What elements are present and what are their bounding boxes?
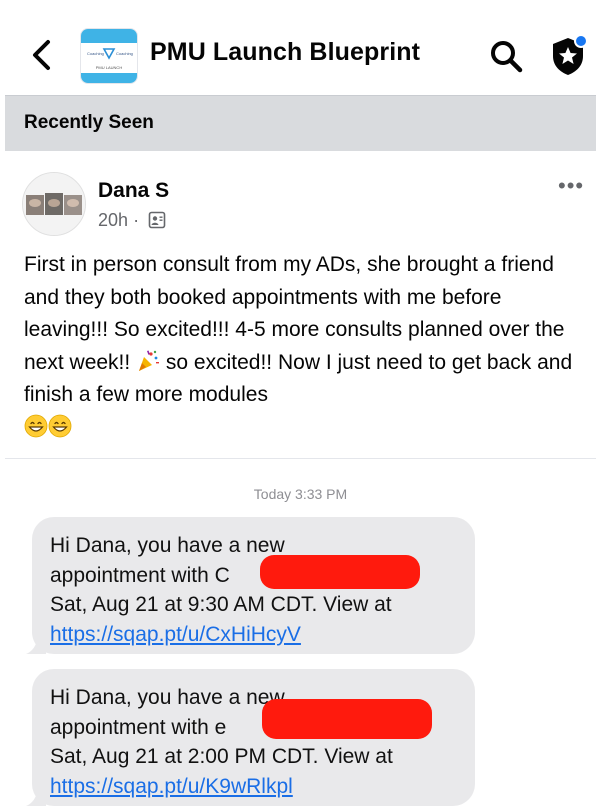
notification-dot (574, 34, 588, 48)
sms-line3: Sat, Aug 21 at 9:30 AM CDT. View at (50, 593, 392, 616)
section-label: Recently Seen (24, 112, 154, 133)
post-author[interactable]: Dana S (98, 179, 169, 203)
meta-separator: · (133, 210, 140, 230)
sms-line1: Hi Dana, you have a new (50, 534, 285, 557)
avatar-collage-icon (23, 173, 85, 235)
post-body: First in person consult from my ADs, she… (24, 249, 580, 444)
sms-link[interactable]: https://sqap.pt/u/K9wRlkpl (50, 775, 293, 798)
grinning-face-icon (48, 414, 72, 437)
bubble-tail (26, 636, 46, 654)
group-title[interactable]: PMU Launch Blueprint (150, 38, 420, 67)
more-icon[interactable]: ••• (558, 173, 584, 199)
recently-seen-header: Recently Seen (5, 95, 596, 151)
sms-line1: Hi Dana, you have a new (50, 686, 285, 709)
sms-bubble: Hi Dana, you have a new appointment with… (26, 669, 475, 806)
svg-text:Coaching: Coaching (87, 51, 104, 56)
sms-bubble: Hi Dana, you have a new appointment with… (26, 517, 475, 654)
group-thumb-caption: PMU LAUNCH (95, 65, 123, 70)
post-meta: 20h · (98, 210, 166, 231)
sms-line3: Sat, Aug 21 at 2:00 PM CDT. View at (50, 745, 393, 768)
svg-text:Coaching: Coaching (116, 51, 133, 56)
top-bar: Coaching Coaching PMU LAUNCH PMU Launch … (0, 0, 596, 95)
party-popper-icon (139, 349, 160, 371)
chevron-left-icon[interactable] (28, 38, 56, 72)
grinning-face-icon (24, 414, 48, 437)
sms-line2a: appointment with C (50, 563, 230, 587)
bubble-tail (26, 788, 46, 806)
sms-link[interactable]: https://sqap.pt/u/CxHiHcyV (50, 623, 301, 646)
redaction-mark (262, 699, 432, 739)
group-thumbnail[interactable]: Coaching Coaching PMU LAUNCH (80, 28, 138, 84)
group-logo-icon: Coaching Coaching (87, 48, 133, 60)
post-time[interactable]: 20h (98, 210, 128, 230)
sms-line2a: appointment with e (50, 715, 227, 739)
sms-timestamp: Today 3:33 PM (253, 486, 348, 502)
redaction-mark (260, 555, 420, 589)
post-image-sms-screenshot[interactable]: Today 3:33 PM Hi Dana, you have a new ap… (5, 459, 596, 806)
audience-icon (148, 211, 166, 229)
admin-shield-icon[interactable] (550, 34, 588, 76)
avatar[interactable] (22, 172, 86, 236)
search-icon[interactable] (488, 38, 524, 74)
sms-text: Hi Dana, you have a new appointment with… (50, 531, 399, 649)
